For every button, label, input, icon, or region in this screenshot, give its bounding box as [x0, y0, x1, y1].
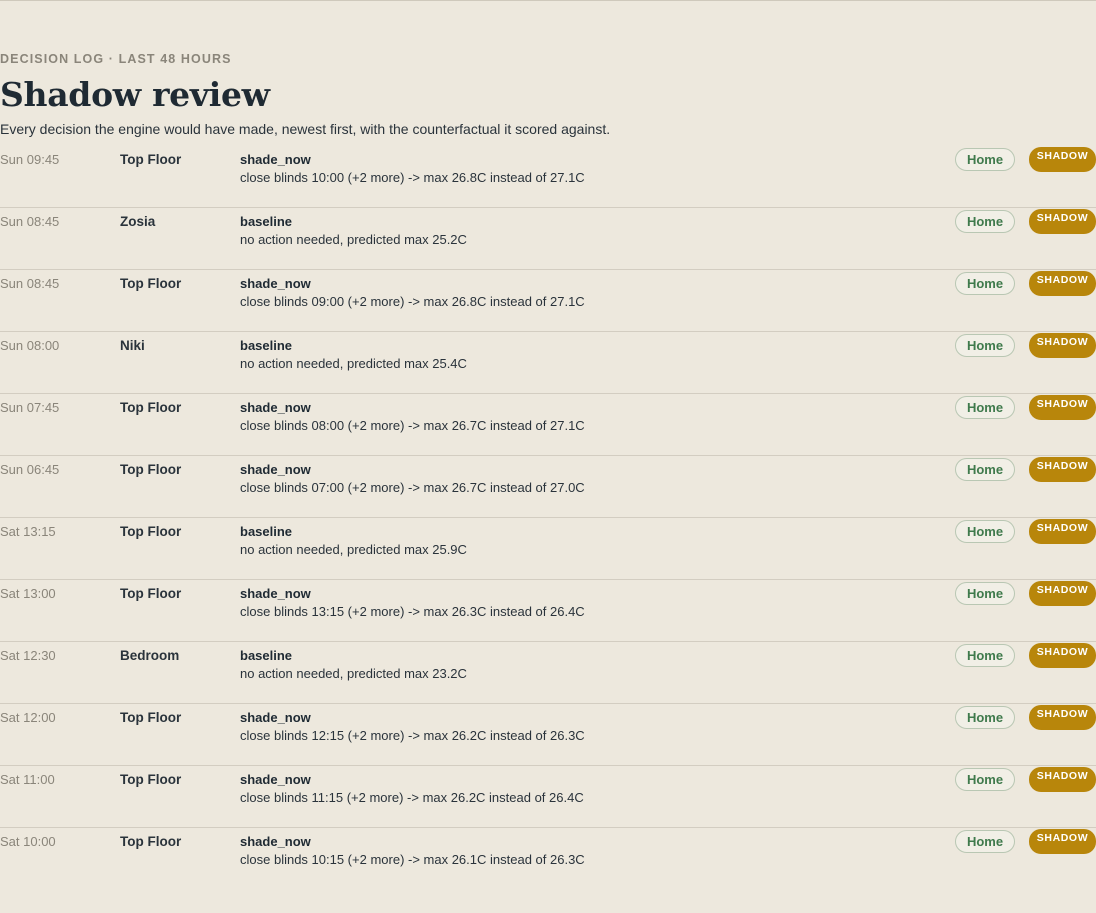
log-row[interactable]: Sun 07:45 Top Floor shade_now close blin…	[0, 394, 1096, 456]
scope-badge[interactable]: Home	[955, 768, 1015, 791]
mode-badge: SHADOW	[1029, 705, 1096, 730]
mode-badge: SHADOW	[1029, 147, 1096, 172]
log-action: baseline	[240, 214, 293, 229]
log-detail: no action needed, predicted max 25.2C	[240, 232, 467, 247]
page-subtitle: Every decision the engine would have mad…	[0, 121, 611, 137]
log-row[interactable]: Sat 13:00 Top Floor shade_now close blin…	[0, 580, 1096, 642]
scope-badge[interactable]: Home	[955, 210, 1015, 233]
log-row[interactable]: Sat 12:30 Bedroom baseline no action nee…	[0, 642, 1096, 704]
log-room: Top Floor	[120, 772, 182, 787]
mode-badge: SHADOW	[1029, 395, 1096, 420]
log-room: Top Floor	[120, 710, 182, 725]
log-room: Top Floor	[120, 276, 182, 291]
log-detail: close blinds 12:15 (+2 more) -> max 26.2…	[240, 728, 585, 743]
log-action: shade_now	[240, 276, 311, 291]
log-row[interactable]: Sun 09:45 Top Floor shade_now close blin…	[0, 146, 1096, 208]
log-row[interactable]: Sun 06:45 Top Floor shade_now close blin…	[0, 456, 1096, 518]
scope-badge[interactable]: Home	[955, 458, 1015, 481]
log-time: Sat 12:00	[0, 710, 56, 725]
log-action: shade_now	[240, 152, 311, 167]
log-action: shade_now	[240, 710, 311, 725]
log-row[interactable]: Sun 08:45 Top Floor shade_now close blin…	[0, 270, 1096, 332]
log-action: shade_now	[240, 462, 311, 477]
log-action: shade_now	[240, 772, 311, 787]
log-action: shade_now	[240, 586, 311, 601]
log-row[interactable]: Sat 10:00 Top Floor shade_now close blin…	[0, 828, 1096, 890]
log-room: Top Floor	[120, 152, 182, 167]
section-eyebrow: DECISION LOG · LAST 48 HOURS	[0, 52, 232, 66]
log-row[interactable]: Sun 08:45 Zosia baseline no action neede…	[0, 208, 1096, 270]
log-time: Sat 10:00	[0, 834, 56, 849]
log-detail: close blinds 10:15 (+2 more) -> max 26.1…	[240, 852, 585, 867]
log-detail: no action needed, predicted max 23.2C	[240, 666, 467, 681]
log-row[interactable]: Sat 13:15 Top Floor baseline no action n…	[0, 518, 1096, 580]
log-time: Sat 11:00	[0, 772, 55, 787]
log-room: Top Floor	[120, 524, 182, 539]
mode-badge: SHADOW	[1029, 643, 1096, 668]
log-room: Bedroom	[120, 648, 180, 663]
log-detail: close blinds 09:00 (+2 more) -> max 26.8…	[240, 294, 585, 309]
log-action: baseline	[240, 338, 293, 353]
log-room: Top Floor	[120, 586, 182, 601]
log-action: baseline	[240, 648, 293, 663]
log-time: Sat 12:30	[0, 648, 56, 663]
scope-badge[interactable]: Home	[955, 830, 1015, 853]
log-detail: close blinds 10:00 (+2 more) -> max 26.8…	[240, 170, 585, 185]
mode-badge: SHADOW	[1029, 767, 1096, 792]
scope-badge[interactable]: Home	[955, 644, 1015, 667]
mode-badge: SHADOW	[1029, 333, 1096, 358]
log-room: Top Floor	[120, 834, 182, 849]
log-row[interactable]: Sat 12:00 Top Floor shade_now close blin…	[0, 704, 1096, 766]
log-action: shade_now	[240, 400, 311, 415]
log-room: Zosia	[120, 214, 156, 229]
log-row[interactable]: Sat 11:00 Top Floor shade_now close blin…	[0, 766, 1096, 828]
log-time: Sun 06:45	[0, 462, 60, 477]
log-time: Sun 08:45	[0, 214, 60, 229]
scope-badge[interactable]: Home	[955, 148, 1015, 171]
log-detail: no action needed, predicted max 25.4C	[240, 356, 467, 371]
log-row[interactable]: Sun 08:00 Niki baseline no action needed…	[0, 332, 1096, 394]
page-title: Shadow review	[0, 75, 270, 114]
mode-badge: SHADOW	[1029, 581, 1096, 606]
log-detail: no action needed, predicted max 25.9C	[240, 542, 467, 557]
mode-badge: SHADOW	[1029, 209, 1096, 234]
log-detail: close blinds 07:00 (+2 more) -> max 26.7…	[240, 480, 585, 495]
top-divider	[0, 0, 1096, 1]
decision-log-list: Sun 09:45 Top Floor shade_now close blin…	[0, 146, 1096, 890]
log-room: Top Floor	[120, 400, 182, 415]
mode-badge: SHADOW	[1029, 829, 1096, 854]
log-time: Sat 13:15	[0, 524, 56, 539]
scope-badge[interactable]: Home	[955, 272, 1015, 295]
log-detail: close blinds 08:00 (+2 more) -> max 26.7…	[240, 418, 585, 433]
log-action: baseline	[240, 524, 293, 539]
log-time: Sun 07:45	[0, 400, 60, 415]
log-room: Niki	[120, 338, 145, 353]
log-action: shade_now	[240, 834, 311, 849]
log-time: Sun 09:45	[0, 152, 60, 167]
log-time: Sat 13:00	[0, 586, 56, 601]
log-detail: close blinds 11:15 (+2 more) -> max 26.2…	[240, 790, 584, 805]
scope-badge[interactable]: Home	[955, 396, 1015, 419]
scope-badge[interactable]: Home	[955, 520, 1015, 543]
scope-badge[interactable]: Home	[955, 334, 1015, 357]
scope-badge[interactable]: Home	[955, 706, 1015, 729]
log-room: Top Floor	[120, 462, 182, 477]
mode-badge: SHADOW	[1029, 519, 1096, 544]
log-detail: close blinds 13:15 (+2 more) -> max 26.3…	[240, 604, 585, 619]
log-time: Sun 08:00	[0, 338, 60, 353]
mode-badge: SHADOW	[1029, 271, 1096, 296]
mode-badge: SHADOW	[1029, 457, 1096, 482]
scope-badge[interactable]: Home	[955, 582, 1015, 605]
log-time: Sun 08:45	[0, 276, 60, 291]
